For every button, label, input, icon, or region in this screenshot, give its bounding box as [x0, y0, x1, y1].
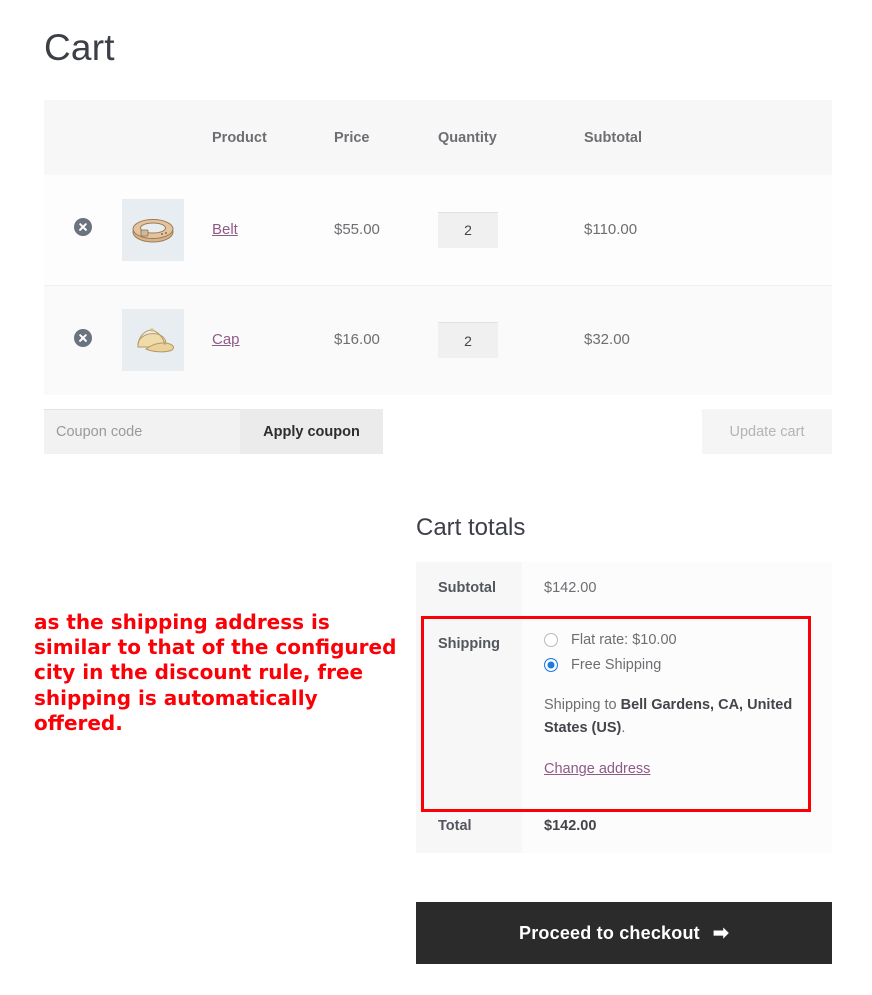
annotation-text: as the shipping address is similar to th…: [34, 610, 397, 735]
shipping-option-label: Flat rate: $10.00: [571, 632, 677, 648]
product-link-cap[interactable]: Cap: [212, 331, 240, 348]
remove-circle-x-icon[interactable]: [74, 218, 92, 237]
shipping-option-flat-rate[interactable]: Flat rate: $10.00: [544, 632, 818, 648]
radio-unchecked-icon[interactable]: [544, 633, 558, 647]
totals-row-shipping: Shipping Flat rate: $10.00 Free Shipping…: [416, 614, 832, 800]
checkout-label: Proceed to checkout: [519, 922, 700, 943]
shipping-option-free-shipping[interactable]: Free Shipping: [544, 657, 818, 673]
price-cell: $55.00: [334, 175, 438, 285]
proceed-to-checkout-button[interactable]: Proceed to checkout ➡: [416, 902, 832, 964]
product-price: $16.00: [334, 331, 380, 349]
arrow-right-icon: ➡: [712, 922, 729, 944]
cart-table-header-row: Product Price Quantity Subtotal: [44, 100, 832, 175]
header-product: Product: [212, 129, 267, 146]
cart-items-table: Product Price Quantity Subtotal Belt $55…: [44, 100, 832, 395]
product-name-cell: Belt: [212, 175, 334, 285]
remove-cell: [44, 284, 122, 395]
subtotal-label: Subtotal: [416, 562, 522, 614]
radio-checked-icon[interactable]: [544, 658, 558, 672]
update-cart-button[interactable]: Update cart: [702, 409, 832, 454]
totals-row-subtotal: Subtotal $142.00: [416, 562, 832, 614]
header-thumbnail: [122, 100, 212, 175]
change-address-link[interactable]: Change address: [544, 761, 650, 777]
product-price: $55.00: [334, 220, 380, 238]
table-row: Belt $55.00 2 $110.00: [44, 175, 832, 285]
quantity-input[interactable]: 2: [438, 211, 498, 248]
product-name-cell: Cap: [212, 284, 334, 395]
cart-table-body: Belt $55.00 2 $110.00 Cap $16.00 2 $32.0…: [44, 175, 832, 395]
remove-circle-x-icon[interactable]: [74, 328, 92, 347]
shipping-to-prefix: Shipping to: [544, 697, 621, 713]
cart-page: Cart Product Price Quantity Subtotal Bel…: [0, 0, 872, 995]
header-quantity: Quantity: [438, 129, 497, 146]
thumbnail-cell: [122, 284, 212, 395]
page-title: Cart: [44, 27, 115, 68]
shipping-cell: Flat rate: $10.00 Free Shipping Shipping…: [522, 614, 832, 800]
coupon-actions-row: Apply coupon Update cart: [44, 409, 832, 454]
belt-product-thumbnail[interactable]: [122, 198, 184, 261]
total-label: Total: [416, 799, 522, 854]
quantity-cell: 2: [438, 175, 584, 285]
coupon-code-input[interactable]: [44, 409, 240, 454]
cart-totals-title: Cart totals: [416, 514, 526, 541]
shipping-option-label: Free Shipping: [571, 657, 662, 673]
apply-coupon-button[interactable]: Apply coupon: [240, 409, 383, 454]
cap-product-thumbnail[interactable]: [122, 309, 184, 372]
quantity-input[interactable]: 2: [438, 322, 498, 359]
subtotal-cell: $32.00: [584, 284, 832, 395]
totals-row-total: Total $142.00: [416, 799, 832, 854]
subtotal-value: $142.00: [522, 562, 832, 614]
shipping-to-suffix: .: [621, 720, 626, 737]
header-price: Price: [334, 129, 370, 146]
quantity-cell: 2: [438, 284, 584, 395]
product-subtotal: $32.00: [584, 331, 630, 349]
header-subtotal: Subtotal: [584, 129, 642, 146]
total-value: $142.00: [522, 799, 832, 854]
shipping-label: Shipping: [416, 614, 522, 800]
shipping-destination: Shipping to Bell Gardens, CA, United Sta…: [544, 694, 818, 740]
product-link-belt[interactable]: Belt: [212, 221, 238, 238]
thumbnail-cell: [122, 175, 212, 285]
cart-table-head: Product Price Quantity Subtotal: [44, 100, 832, 175]
table-row: Cap $16.00 2 $32.00: [44, 284, 832, 395]
header-remove: [44, 100, 122, 175]
price-cell: $16.00: [334, 284, 438, 395]
cart-totals-table: Subtotal $142.00 Shipping Flat rate: $10…: [416, 562, 832, 854]
remove-cell: [44, 175, 122, 285]
subtotal-cell: $110.00: [584, 175, 832, 285]
product-subtotal: $110.00: [584, 220, 638, 238]
